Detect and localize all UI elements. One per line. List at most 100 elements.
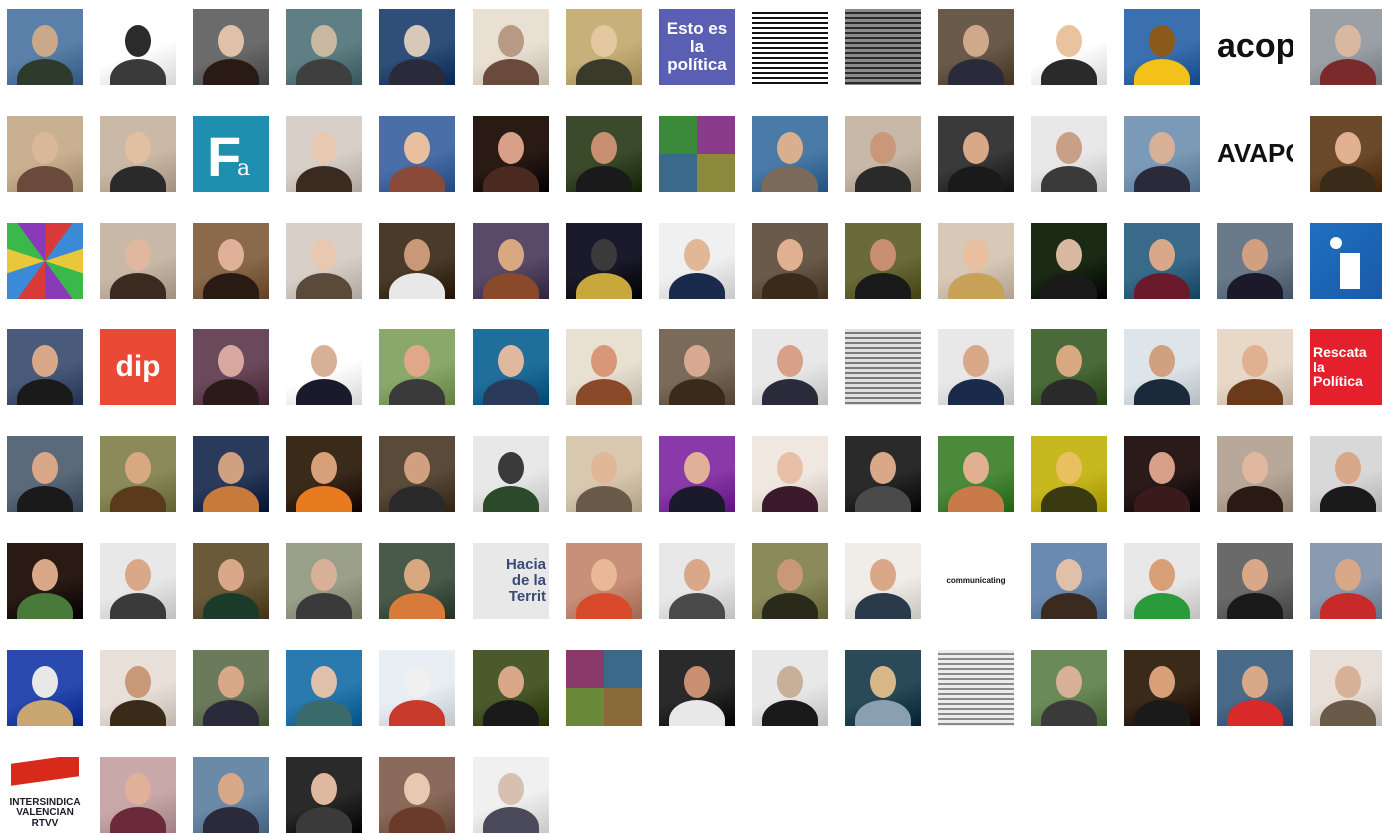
avatar-83[interactable]: [659, 543, 735, 619]
avatar-21[interactable]: [473, 116, 549, 192]
avatar-12[interactable]: [1031, 9, 1107, 85]
avatar-49[interactable]: [286, 329, 362, 405]
avatar-18[interactable]: Fa: [193, 116, 269, 192]
avatar-79[interactable]: [286, 543, 362, 619]
avatar-108[interactable]: [193, 757, 269, 833]
avatar-63[interactable]: [193, 436, 269, 512]
avatar-9[interactable]: [752, 9, 828, 85]
avatar-29[interactable]: AVAPO: [1217, 116, 1293, 192]
avatar-50[interactable]: [379, 329, 455, 405]
avatar-85[interactable]: [845, 543, 921, 619]
avatar-78[interactable]: [193, 543, 269, 619]
avatar-60[interactable]: Rescata la Política: [1310, 329, 1382, 405]
avatar-55[interactable]: [845, 329, 921, 405]
avatar-48[interactable]: [193, 329, 269, 405]
avatar-43[interactable]: [1124, 223, 1200, 299]
avatar-58[interactable]: [1124, 329, 1200, 405]
avatar-80[interactable]: [379, 543, 455, 619]
avatar-70[interactable]: [845, 436, 921, 512]
avatar-51[interactable]: [473, 329, 549, 405]
avatar-111[interactable]: [473, 757, 549, 833]
avatar-56[interactable]: [938, 329, 1014, 405]
avatar-3[interactable]: [193, 9, 269, 85]
avatar-68[interactable]: [659, 436, 735, 512]
avatar-52[interactable]: [566, 329, 642, 405]
avatar-72[interactable]: [1031, 436, 1107, 512]
avatar-106[interactable]: INTERSINDICA VALENCIAN RTVV: [7, 757, 83, 833]
avatar-110[interactable]: [379, 757, 455, 833]
avatar-35[interactable]: [379, 223, 455, 299]
avatar-102[interactable]: [1031, 650, 1107, 726]
avatar-10[interactable]: [845, 9, 921, 85]
avatar-30[interactable]: [1310, 116, 1382, 192]
avatar-25[interactable]: [845, 116, 921, 192]
avatar-24[interactable]: [752, 116, 828, 192]
avatar-67[interactable]: [566, 436, 642, 512]
avatar-37[interactable]: [566, 223, 642, 299]
avatar-81[interactable]: Hacia de la Territ: [473, 543, 549, 619]
avatar-40[interactable]: [845, 223, 921, 299]
avatar-77[interactable]: [100, 543, 176, 619]
avatar-17[interactable]: [100, 116, 176, 192]
avatar-27[interactable]: [1031, 116, 1107, 192]
avatar-53[interactable]: [659, 329, 735, 405]
avatar-101[interactable]: [938, 650, 1014, 726]
avatar-65[interactable]: [379, 436, 455, 512]
avatar-2[interactable]: [100, 9, 176, 85]
avatar-92[interactable]: [100, 650, 176, 726]
avatar-66[interactable]: [473, 436, 549, 512]
avatar-100[interactable]: [845, 650, 921, 726]
avatar-103[interactable]: [1124, 650, 1200, 726]
avatar-26[interactable]: [938, 116, 1014, 192]
avatar-19[interactable]: [286, 116, 362, 192]
avatar-99[interactable]: [752, 650, 828, 726]
avatar-14[interactable]: acop: [1217, 9, 1293, 85]
avatar-64[interactable]: [286, 436, 362, 512]
avatar-104[interactable]: [1217, 650, 1293, 726]
avatar-32[interactable]: [100, 223, 176, 299]
avatar-89[interactable]: [1217, 543, 1293, 619]
avatar-47[interactable]: dip: [100, 329, 176, 405]
avatar-5[interactable]: [379, 9, 455, 85]
avatar-57[interactable]: [1031, 329, 1107, 405]
avatar-59[interactable]: [1217, 329, 1293, 405]
avatar-105[interactable]: [1310, 650, 1382, 726]
avatar-44[interactable]: [1217, 223, 1293, 299]
avatar-54[interactable]: [752, 329, 828, 405]
avatar-15[interactable]: [1310, 9, 1382, 85]
avatar-93[interactable]: [193, 650, 269, 726]
avatar-22[interactable]: [566, 116, 642, 192]
avatar-34[interactable]: [286, 223, 362, 299]
avatar-88[interactable]: [1124, 543, 1200, 619]
avatar-11[interactable]: [938, 9, 1014, 85]
avatar-62[interactable]: [100, 436, 176, 512]
avatar-76[interactable]: [7, 543, 83, 619]
avatar-84[interactable]: [752, 543, 828, 619]
avatar-6[interactable]: [473, 9, 549, 85]
avatar-42[interactable]: [1031, 223, 1107, 299]
avatar-97[interactable]: [566, 650, 642, 726]
avatar-69[interactable]: [752, 436, 828, 512]
avatar-46[interactable]: [7, 329, 83, 405]
avatar-73[interactable]: [1124, 436, 1200, 512]
avatar-13[interactable]: [1124, 9, 1200, 85]
avatar-39[interactable]: [752, 223, 828, 299]
avatar-33[interactable]: [193, 223, 269, 299]
avatar-28[interactable]: [1124, 116, 1200, 192]
avatar-74[interactable]: [1217, 436, 1293, 512]
avatar-90[interactable]: [1310, 543, 1382, 619]
avatar-41[interactable]: [938, 223, 1014, 299]
avatar-71[interactable]: [938, 436, 1014, 512]
avatar-86[interactable]: communicating: [938, 543, 1014, 619]
avatar-95[interactable]: [379, 650, 455, 726]
avatar-109[interactable]: [286, 757, 362, 833]
avatar-16[interactable]: [7, 116, 83, 192]
avatar-82[interactable]: [566, 543, 642, 619]
avatar-87[interactable]: [1031, 543, 1107, 619]
avatar-36[interactable]: [473, 223, 549, 299]
avatar-8[interactable]: Esto es la política: [659, 9, 735, 85]
avatar-45[interactable]: [1310, 223, 1382, 299]
avatar-94[interactable]: [286, 650, 362, 726]
avatar-98[interactable]: [659, 650, 735, 726]
avatar-23[interactable]: [659, 116, 735, 192]
